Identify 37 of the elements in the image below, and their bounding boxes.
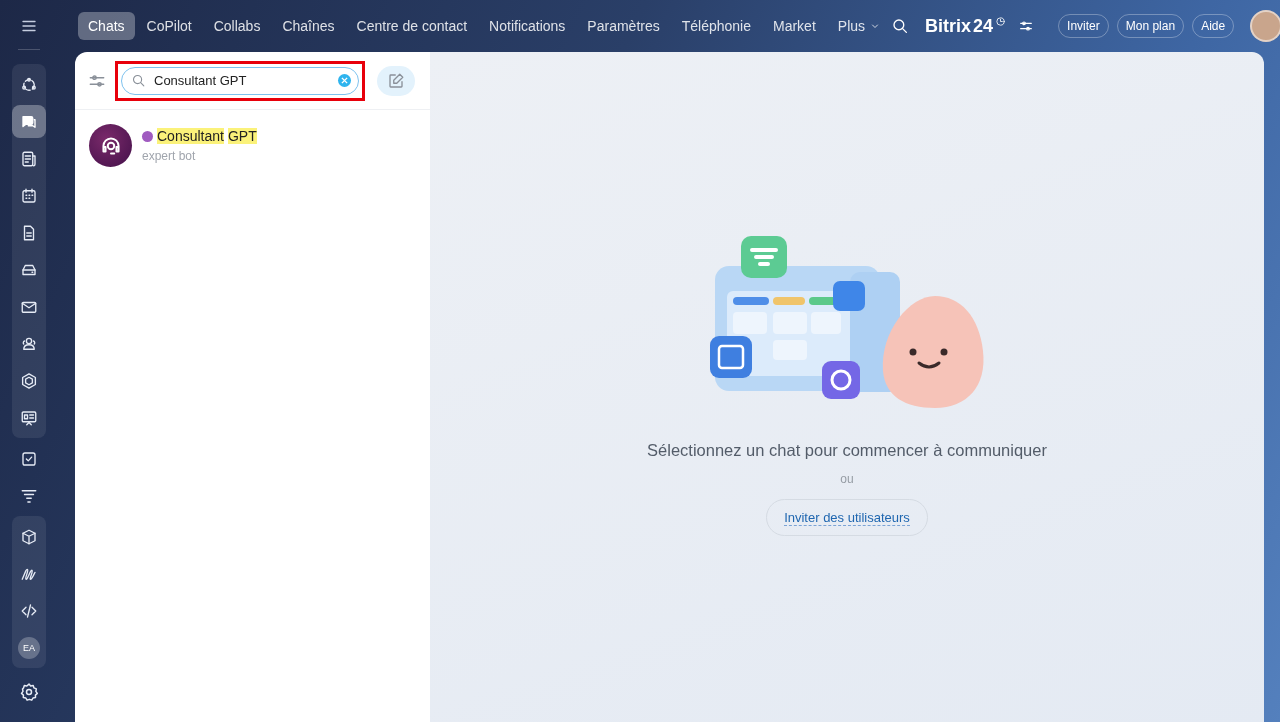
user-avatar[interactable] (1250, 10, 1280, 42)
presentation-icon (20, 408, 38, 427)
checkbox-icon (20, 449, 38, 468)
calendar-icon (20, 186, 38, 205)
sidebar-item[interactable]: EA (12, 631, 46, 664)
chat-result[interactable]: Consultant GPT expert bot (75, 110, 430, 179)
empty-state-message: Sélectionnez un chat pour commencer à communiquer (647, 441, 1047, 460)
nav-tab[interactable]: Market (763, 12, 826, 40)
bot-badge-icon (142, 130, 153, 142)
chat-name: GPT (227, 128, 257, 144)
nav-tab[interactable]: CoPilot (136, 12, 202, 40)
nav-tab[interactable]: Collabs (203, 12, 271, 40)
newspaper-icon (20, 149, 38, 168)
box-icon (20, 527, 38, 546)
orbit-icon (20, 75, 38, 94)
code-icon (20, 601, 38, 620)
logo-text: Bitrix (925, 15, 972, 37)
new-chat-button[interactable] (377, 65, 415, 96)
clock-icon (995, 15, 1007, 27)
search-icon (131, 72, 146, 88)
settings-icon (19, 682, 39, 702)
nav-tab[interactable]: Chats (78, 12, 135, 40)
nav-tab[interactable]: Paramètres (577, 12, 670, 40)
nav-tab[interactable]: Téléphonie (671, 12, 761, 40)
edit-icon (387, 71, 405, 90)
search-field[interactable]: Consultant GPT (121, 66, 359, 95)
nav-tab[interactable]: Chaînes (272, 12, 345, 40)
chat-name: Consultant (157, 128, 224, 144)
hexagon-icon (20, 371, 38, 390)
nav-tab[interactable]: Plus (827, 12, 892, 40)
nav-tab[interactable]: Notifications (479, 12, 576, 40)
search-icon (891, 17, 910, 35)
separator-text: ou (840, 472, 854, 486)
logo-number: 24 (973, 15, 994, 37)
sidebar-item[interactable] (12, 105, 46, 138)
nav-tab[interactable]: Centre de contact (346, 12, 478, 40)
chat-subtitle: expert bot (142, 149, 197, 163)
